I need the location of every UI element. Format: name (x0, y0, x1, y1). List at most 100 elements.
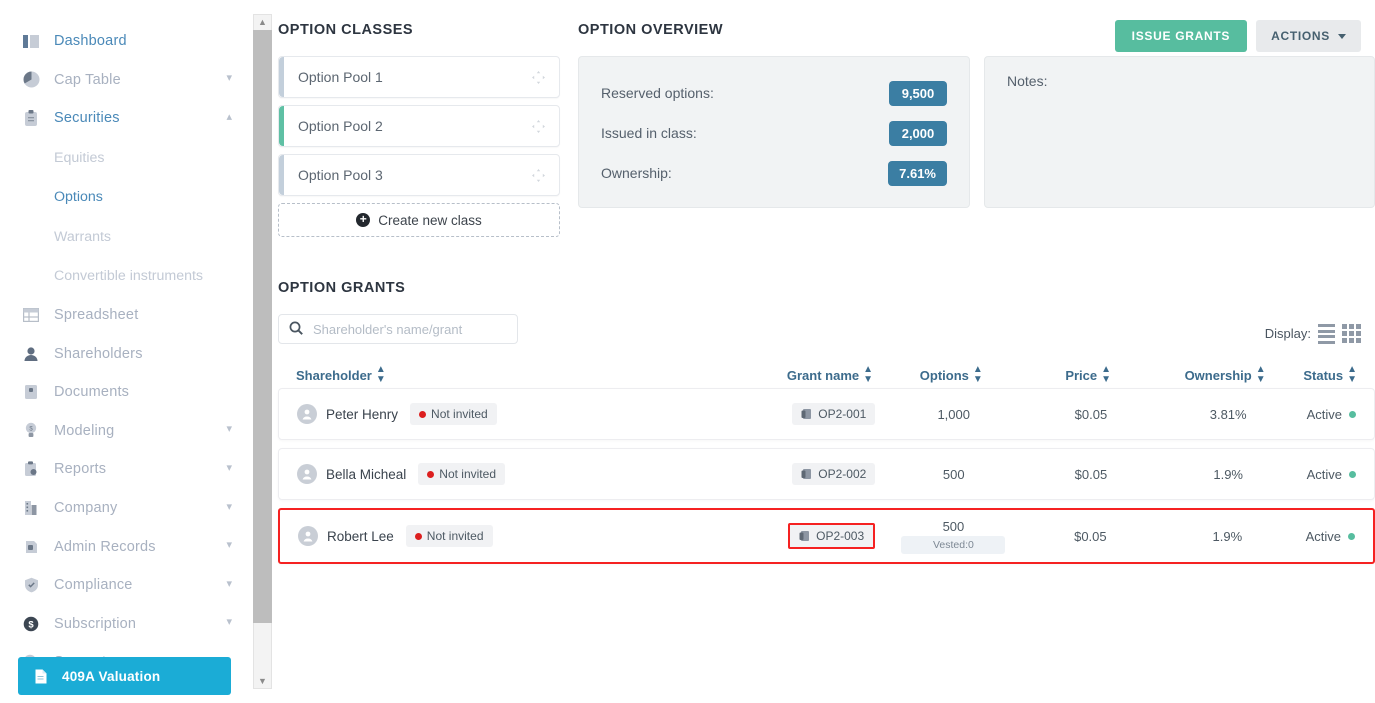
option-classes-list: Option Pool 1 Option Pool 2 Option Pool … (278, 56, 560, 237)
sidebar-item-label: Spreadsheet (54, 307, 139, 324)
list-view-icon[interactable] (1318, 324, 1335, 344)
sidebar-subitem-label: Equities (54, 149, 105, 166)
cell-grant-name: OP2-001 (689, 403, 876, 425)
avatar (298, 526, 318, 546)
table-icon (22, 306, 40, 324)
chevron-down-icon[interactable]: ▾ (226, 462, 232, 474)
ownership-value: 1.9% (1213, 466, 1243, 482)
column-header-price[interactable]: Price ▲ ▼ (1030, 365, 1147, 385)
scroll-up-arrow-icon[interactable]: ▲ (253, 14, 272, 30)
report-icon (22, 460, 40, 478)
sidebar-item-shareholders[interactable]: Shareholders (0, 334, 248, 373)
invite-status-label: Not invited (426, 529, 484, 543)
sidebar-item-documents[interactable]: Documents (0, 373, 248, 412)
cell-shareholder: Peter Henry Not invited (297, 403, 689, 425)
sidebar-item-securities[interactable]: Securities ▴ (0, 99, 248, 138)
grants-search (278, 314, 518, 344)
search-icon (289, 321, 303, 340)
create-new-class-button[interactable]: + Create new class (278, 203, 560, 237)
table-row[interactable]: Bella Micheal Not invited OP2-002 500 $0… (278, 448, 1375, 500)
cell-price: $0.05 (1032, 407, 1150, 422)
sidebar-item-company[interactable]: Company ▾ (0, 489, 248, 528)
option-class-label: Option Pool 3 (298, 167, 383, 183)
chevron-down-icon[interactable]: ▾ (226, 540, 232, 551)
stat-label: Issued in class: (601, 125, 697, 141)
sidebar-subitem-equities[interactable]: Equities (0, 138, 248, 178)
options-value: 500 (942, 466, 965, 482)
column-header-options[interactable]: Options ▲ ▼ (873, 365, 1029, 385)
option-grants-panel: OPTION GRANTS Display: Sharehol (278, 280, 1375, 572)
sidebar-subitem-warrants[interactable]: Warrants (0, 217, 248, 257)
option-classes-title: OPTION CLASSES (278, 22, 414, 38)
sidebar: Dashboard Cap Table ▾ Securities ▴ Equit… (0, 0, 248, 703)
building-icon (22, 499, 40, 517)
table-row[interactable]: Robert Lee Not invited OP2-003 500 Veste… (278, 508, 1375, 564)
sidebar-subitem-label: Convertible instruments (54, 268, 204, 285)
sidebar-item-modeling[interactable]: $ Modeling ▾ (0, 412, 248, 451)
option-class-label: Option Pool 1 (298, 69, 383, 85)
scroll-down-arrow-icon[interactable]: ▼ (253, 673, 272, 689)
avatar (297, 464, 317, 484)
column-header-ownership[interactable]: Ownership ▲ ▼ (1147, 365, 1303, 385)
drag-handle-icon[interactable] (531, 119, 545, 133)
column-label: Options (919, 367, 969, 383)
sidebar-item-spreadsheet[interactable]: Spreadsheet (0, 296, 248, 335)
drag-handle-icon[interactable] (531, 168, 545, 182)
chevron-down-icon[interactable]: ▾ (226, 578, 232, 590)
sidebar-item-reports[interactable]: Reports ▾ (0, 450, 248, 489)
option-class-card-1[interactable]: Option Pool 1 (278, 56, 560, 98)
grid-view-icon[interactable] (1342, 324, 1361, 344)
409a-valuation-button[interactable]: 409A Valuation (18, 657, 231, 695)
sort-icon: ▲ ▼ (863, 364, 874, 385)
status-dot-icon (1347, 532, 1355, 540)
cell-grant-name: OP2-003 (689, 523, 876, 549)
option-class-card-3[interactable]: Option Pool 3 (278, 154, 560, 196)
sidebar-item-dashboard[interactable]: Dashboard (0, 22, 248, 61)
notes-label: Notes: (1007, 73, 1048, 89)
option-class-card-2[interactable]: Option Pool 2 (278, 105, 560, 147)
sidebar-subitem-options[interactable]: Options (0, 177, 248, 217)
sidebar-item-admin-records[interactable]: Admin Records ▾ (0, 527, 248, 566)
grant-name-chip[interactable]: OP2-001 (792, 403, 876, 425)
content-scrollbar[interactable]: ▲ ▼ (248, 0, 278, 703)
sidebar-item-label: Reports (54, 461, 107, 478)
table-row[interactable]: Peter Henry Not invited OP2-001 1,000 $0… (278, 388, 1375, 440)
column-header-status[interactable]: Status ▲ ▼ (1303, 365, 1357, 385)
options-value: 1,000 (937, 406, 970, 422)
drag-handle-icon[interactable] (531, 70, 545, 84)
notes-card: Notes: (984, 56, 1375, 208)
search-input[interactable] (278, 314, 518, 344)
sidebar-item-label: Compliance (54, 577, 133, 594)
sort-icon: ▲ ▼ (1347, 364, 1357, 385)
sidebar-subitem-convertible-instruments[interactable]: Convertible instruments (0, 256, 248, 296)
status-label: Active (1305, 528, 1341, 544)
chevron-down-icon[interactable]: ▾ (226, 73, 232, 84)
status-dot-icon (1349, 470, 1356, 478)
plus-icon: + (356, 213, 371, 227)
dashboard-icon (22, 32, 40, 50)
main-content: ISSUE GRANTS ACTIONS OPTION CLASSES Opti… (278, 0, 1375, 703)
status-label: Active (1306, 406, 1342, 422)
column-label: Price (1065, 367, 1098, 383)
column-label: Shareholder (296, 367, 372, 383)
chevron-down-icon[interactable]: ▾ (226, 424, 232, 435)
chevron-down-icon[interactable]: ▾ (226, 617, 232, 628)
sidebar-item-cap-table[interactable]: Cap Table ▾ (0, 61, 248, 100)
status-dot-icon (414, 532, 422, 540)
option-stats-card: Reserved options: 9,500 Issued in class:… (578, 56, 970, 208)
sidebar-item-compliance[interactable]: Compliance ▾ (0, 566, 248, 605)
cell-options: 500 (875, 467, 1032, 482)
grant-name-chip[interactable]: OP2-003 (788, 523, 876, 549)
stat-row-issued-in-class: Issued in class: 2,000 (601, 113, 947, 153)
sidebar-item-subscription[interactable]: $ Subscription ▾ (0, 605, 248, 644)
stat-value: 2,000 (889, 120, 947, 146)
chevron-down-icon[interactable]: ▾ (226, 501, 232, 513)
column-header-shareholder[interactable]: Shareholder ▲ ▼ (296, 365, 687, 385)
grant-name-chip[interactable]: OP2-002 (792, 463, 876, 485)
shareholder-name: Bella Micheal (326, 466, 407, 482)
column-header-grant-name[interactable]: Grant name ▲ ▼ (687, 365, 873, 385)
chevron-up-icon[interactable]: ▴ (226, 111, 232, 123)
scrollbar-thumb[interactable] (253, 30, 272, 623)
clipboard-icon (22, 109, 40, 127)
cell-shareholder: Robert Lee Not invited (298, 525, 689, 547)
